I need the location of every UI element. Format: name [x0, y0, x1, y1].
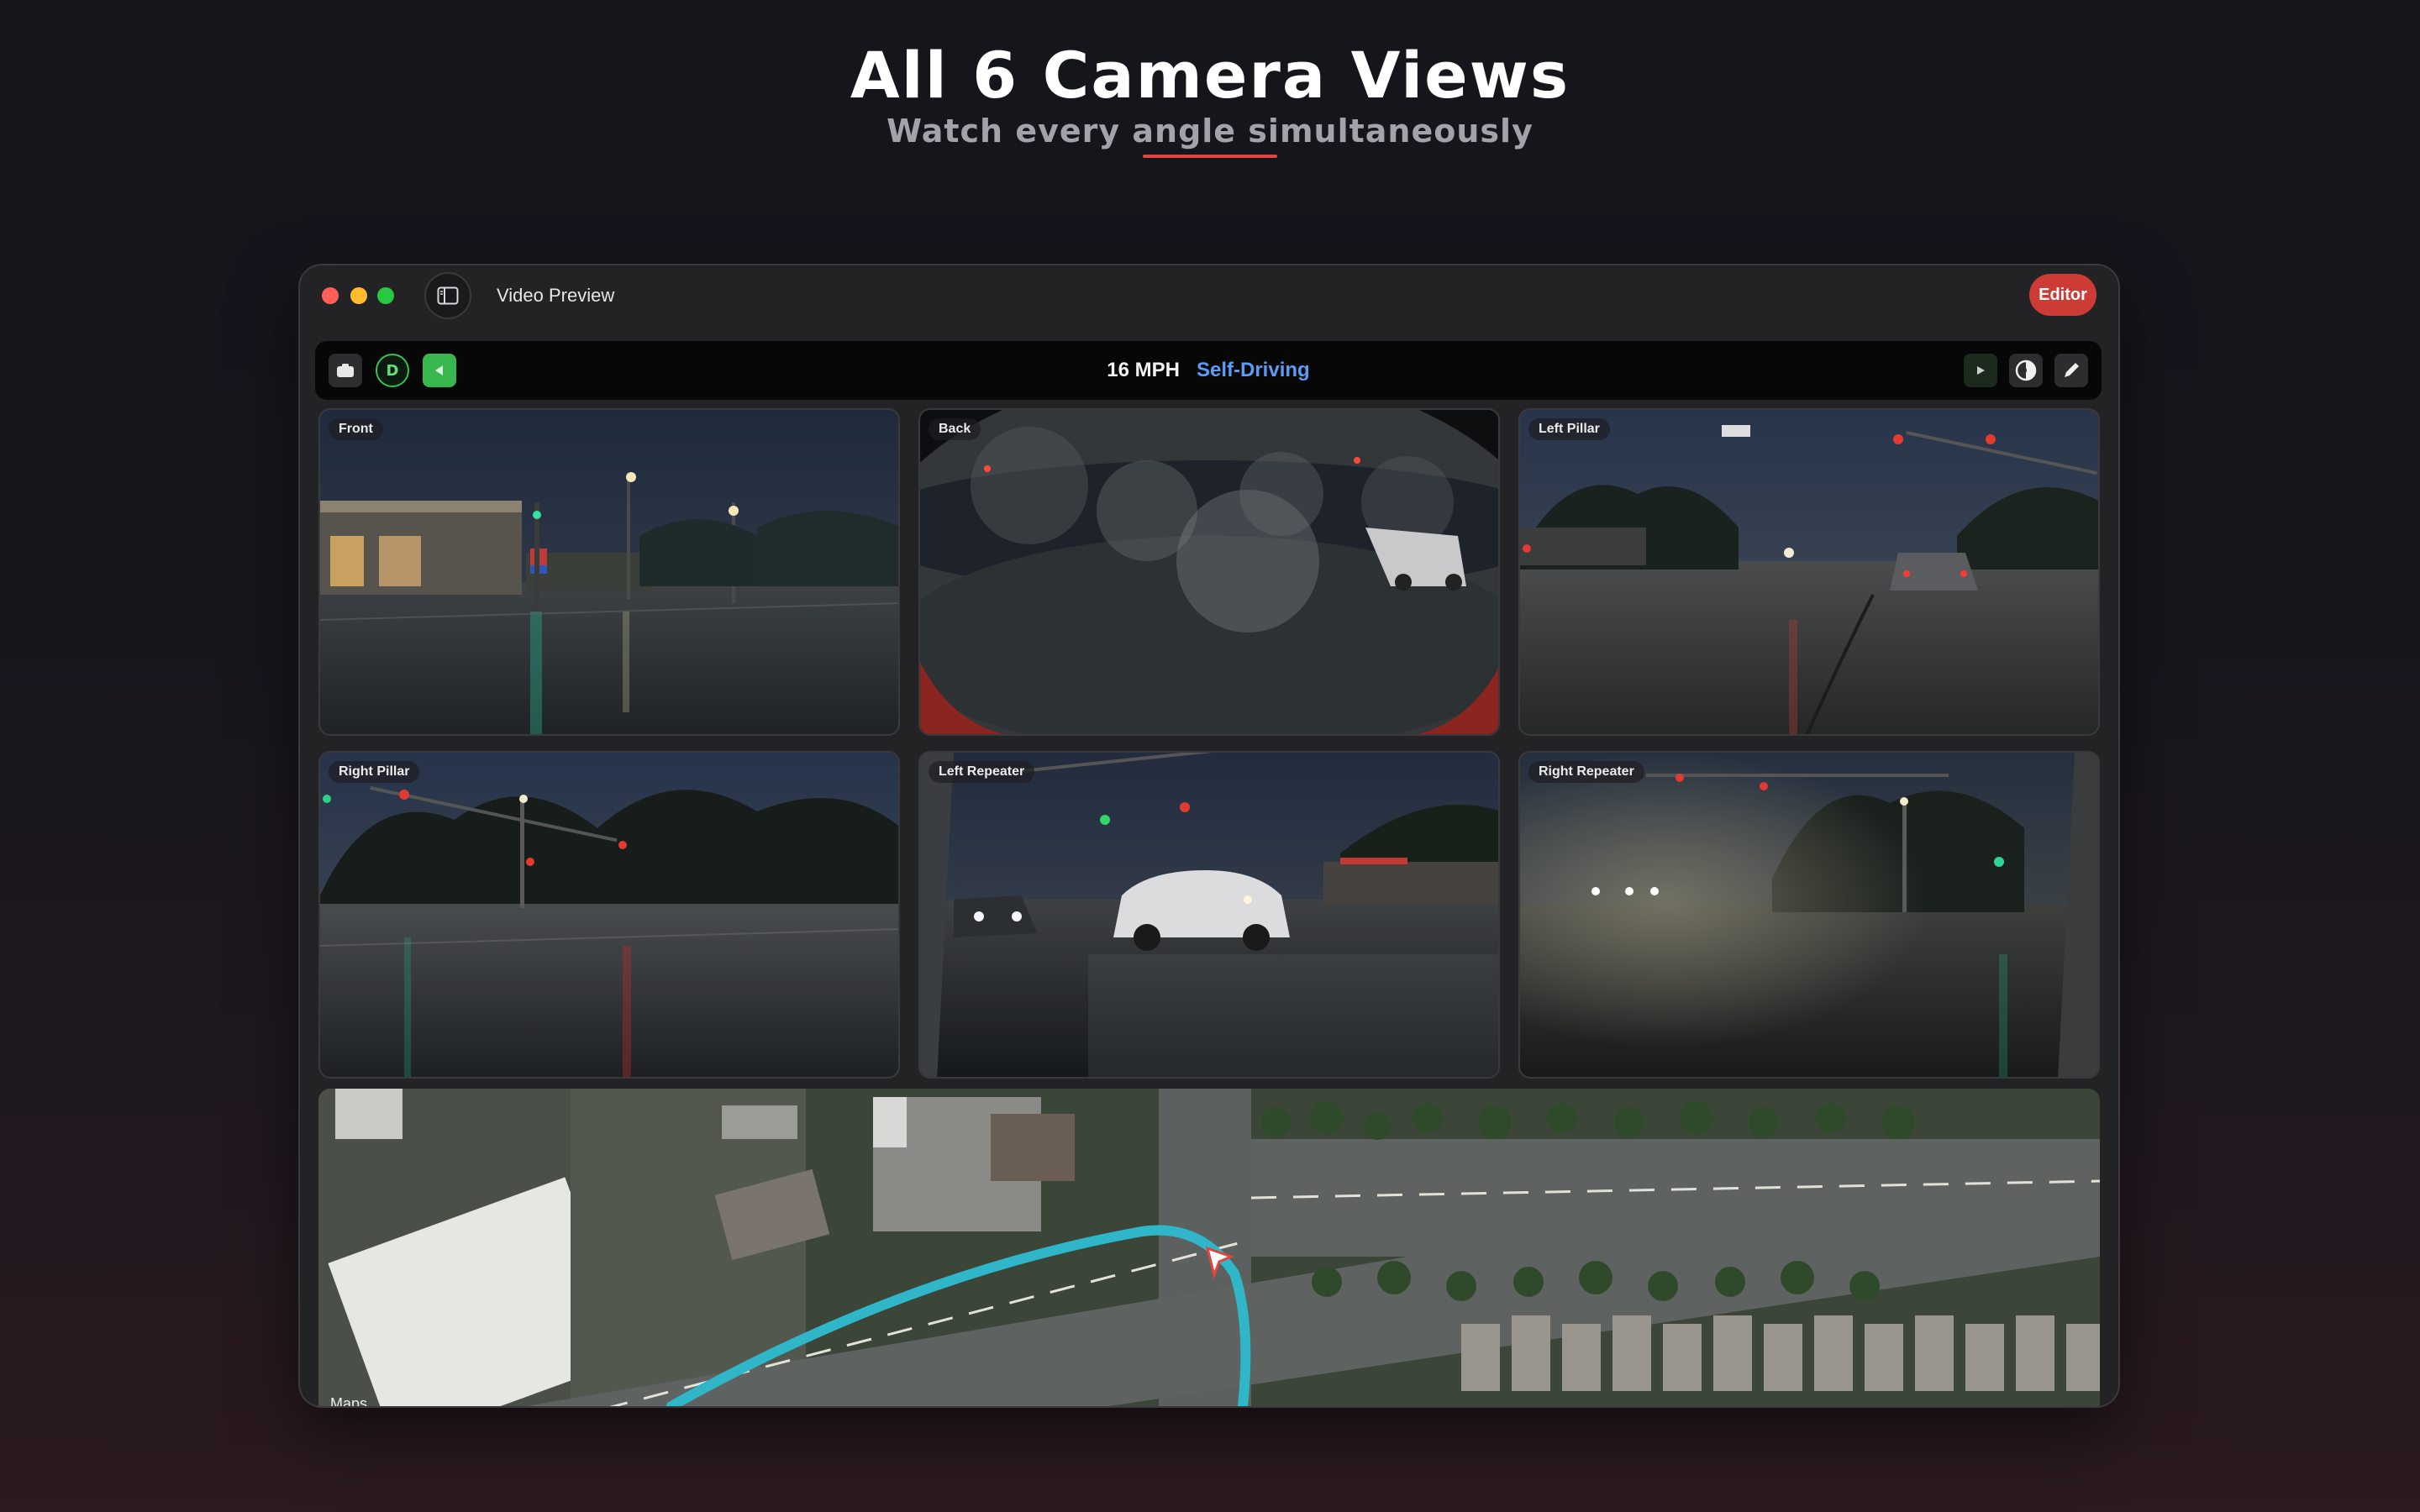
camera-label-left-repeater: Left Repeater	[929, 761, 1035, 783]
satellite-map-image	[318, 1089, 2100, 1406]
telemetry-toolbar: D 16 MPH Self-Driving	[315, 341, 2102, 400]
right-pillar-camera-feed	[320, 753, 898, 1077]
camera-label-back: Back	[929, 418, 981, 440]
pen-icon	[2065, 363, 2079, 377]
camera-view-left-repeater[interactable]: Left Repeater	[918, 751, 1500, 1079]
editor-button[interactable]: Editor	[2029, 274, 2096, 316]
hero-underline	[1143, 155, 1277, 158]
sidebar-toggle-button[interactable]	[424, 272, 471, 319]
camera-view-right-pillar[interactable]: Right Pillar	[318, 751, 900, 1079]
autopilot-status: Self-Driving	[1197, 359, 1310, 381]
camera-label-left-pillar: Left Pillar	[1528, 418, 1610, 440]
left-repeater-camera-feed	[920, 753, 1498, 1077]
play-button[interactable]	[1964, 354, 1997, 387]
hero-title: All 6 Camera Views	[850, 38, 1570, 113]
speed-readout: 16 MPH	[1107, 359, 1180, 381]
sidebar-toggle-icon	[437, 286, 459, 305]
window-title: Video Preview	[497, 285, 615, 306]
front-camera-feed	[320, 410, 898, 734]
zoom-window-button[interactable]	[377, 287, 394, 304]
camera-label-front: Front	[329, 418, 383, 440]
close-window-button[interactable]	[322, 287, 339, 304]
play-icon	[1977, 366, 1985, 375]
contrast-icon	[2015, 360, 2037, 381]
camera-view-left-pillar[interactable]: Left Pillar	[1518, 408, 2100, 736]
back-camera-feed	[920, 410, 1498, 734]
annotate-button[interactable]	[2054, 354, 2088, 387]
left-pillar-camera-feed	[1520, 410, 2098, 734]
camera-view-front[interactable]: Front	[318, 408, 900, 736]
camera-view-right-repeater[interactable]: Right Repeater	[1518, 751, 2100, 1079]
right-repeater-camera-feed	[1520, 753, 2098, 1077]
video-preview-window: Video Preview Editor D 16 MPH Self-Drivin…	[300, 265, 2118, 1406]
map-attribution: Maps	[330, 1395, 368, 1406]
route-map[interactable]: Maps	[318, 1089, 2100, 1406]
hero-subtitle: Watch every angle simultaneously	[886, 113, 1534, 150]
camera-label-right-pillar: Right Pillar	[329, 761, 420, 783]
minimize-window-button[interactable]	[350, 287, 367, 304]
contrast-button[interactable]	[2009, 354, 2043, 387]
camera-label-right-repeater: Right Repeater	[1528, 761, 1644, 783]
camera-view-back[interactable]: Back	[918, 408, 1500, 736]
